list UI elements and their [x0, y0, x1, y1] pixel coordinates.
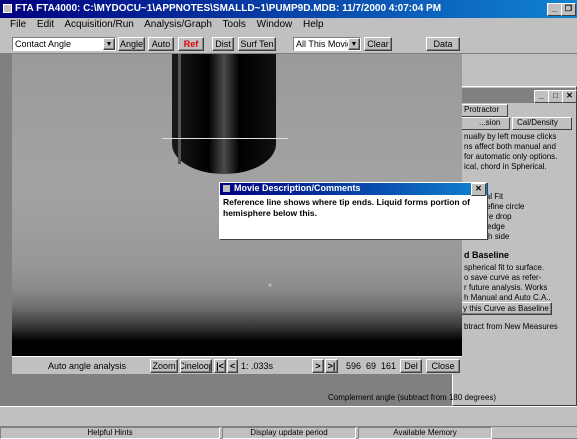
tab-cal-density[interactable]: Cal/Density [512, 117, 572, 130]
side-panel-tabs: Protractor ...sion Cal/Density [460, 104, 577, 130]
status-memory: Available Memory [358, 427, 492, 439]
ref-button[interactable]: Ref [178, 37, 204, 51]
close-icon[interactable]: ✕ [562, 90, 577, 103]
app-icon [223, 185, 230, 192]
baseline-heading: d Baseline [464, 250, 510, 260]
last-frame-button[interactable]: >| [325, 359, 338, 373]
dialog-title: Movie Description/Comments [234, 183, 361, 193]
menu-help[interactable]: Help [303, 19, 324, 30]
app-title-bar: FTA FTA4000: C:\MYDOCU~1\APPNOTES\SMALLD… [0, 0, 577, 18]
save-baseline-button[interactable]: y this Curve as Baseline [460, 302, 552, 315]
chevron-down-icon[interactable]: ▼ [103, 38, 115, 50]
menu-analysis[interactable]: Analysis/Graph [144, 19, 212, 30]
menu-tools[interactable]: Tools [223, 19, 246, 30]
mode-select-value: Contact Angle [15, 39, 72, 49]
panel-text: ns affect both manual and [464, 142, 556, 151]
movie-select[interactable]: All This Movie ▼ [293, 37, 361, 51]
status-hints: Helpful Hints [0, 427, 220, 439]
prev-frame-button[interactable]: < [227, 359, 238, 373]
panel-text: o save curve as refer- [464, 273, 542, 282]
minimize-icon[interactable]: _ [534, 90, 549, 103]
video-controls: Auto angle analysis Zoom Cineloop |< < 1… [12, 356, 462, 374]
panel-text: r future analysis. Works [464, 283, 548, 292]
chevron-down-icon[interactable]: ▼ [348, 38, 360, 50]
status-update-period: Display update period [222, 427, 356, 439]
side-panel-titlebar: _ □ ✕ [454, 88, 577, 103]
pixel-readout: 596 69 161 [346, 361, 397, 371]
dialog-titlebar: Movie Description/Comments ✕ [220, 183, 487, 196]
status-bar: Helpful Hints Display update period Avai… [0, 426, 577, 439]
close-icon[interactable]: ✕ [471, 183, 486, 196]
dist-button[interactable]: Dist [212, 37, 234, 51]
dialog-text: Reference line shows where tip ends. Liq… [223, 197, 471, 218]
first-frame-button[interactable]: |< [214, 359, 226, 373]
minimize-icon[interactable]: _ [547, 3, 562, 16]
panel-text: h Manual and Auto C.A.. [464, 293, 551, 302]
status-text: Auto angle analysis [48, 361, 127, 371]
auto-button[interactable]: Auto [148, 37, 174, 51]
menu-file[interactable]: File [10, 19, 26, 30]
maximize-icon[interactable]: □ [548, 90, 563, 103]
next-frame-button[interactable]: > [312, 359, 324, 373]
restore-icon[interactable]: ❐ [561, 3, 576, 16]
cineloop-button[interactable]: Cineloop [180, 359, 212, 373]
close-button[interactable]: Close [426, 359, 460, 373]
panel-text: nually by left mouse clicks [464, 132, 557, 141]
angle-button[interactable]: Angle [118, 37, 145, 51]
clear-button[interactable]: Clear [364, 37, 392, 51]
frame-readout: 1: .033s [241, 361, 274, 371]
menu-edit[interactable]: Edit [37, 19, 54, 30]
side-panel-body: nually by left mouse clicks ns affect bo… [460, 130, 572, 390]
panel-text: ical, chord in Spherical. [464, 162, 547, 171]
tab-precision[interactable]: ...sion [460, 117, 510, 130]
toolbar: Contact Angle ▼ Angle Auto Ref Dist Surf… [0, 32, 577, 54]
delete-button[interactable]: Del [400, 359, 422, 373]
menu-bar: File Edit Acquisition/Run Analysis/Graph… [0, 18, 577, 32]
menu-acquisition[interactable]: Acquisition/Run [64, 19, 133, 30]
movie-description-dialog: Movie Description/Comments ✕ Reference l… [219, 182, 488, 240]
menu-window[interactable]: Window [257, 19, 293, 30]
data-button[interactable]: Data [426, 37, 460, 51]
surf-ten-button[interactable]: Surf Ten [238, 37, 276, 51]
panel-text: spherical fit to surface. [464, 263, 545, 272]
complement-option[interactable]: Complement angle (subtract from 180 degr… [328, 393, 496, 402]
subtract-option[interactable]: btract from New Measures [464, 322, 558, 331]
panel-text: for automatic only options. [464, 152, 558, 161]
reference-line [162, 138, 288, 139]
tab-protractor[interactable]: Protractor [460, 104, 508, 117]
mode-select[interactable]: Contact Angle ▼ [12, 37, 116, 51]
app-icon [3, 4, 12, 13]
zoom-button[interactable]: Zoom [150, 359, 178, 373]
lower-panel [0, 406, 577, 426]
movie-select-value: All This Movie [296, 39, 352, 49]
app-title: FTA FTA4000: C:\MYDOCU~1\APPNOTES\SMALLD… [15, 3, 442, 14]
